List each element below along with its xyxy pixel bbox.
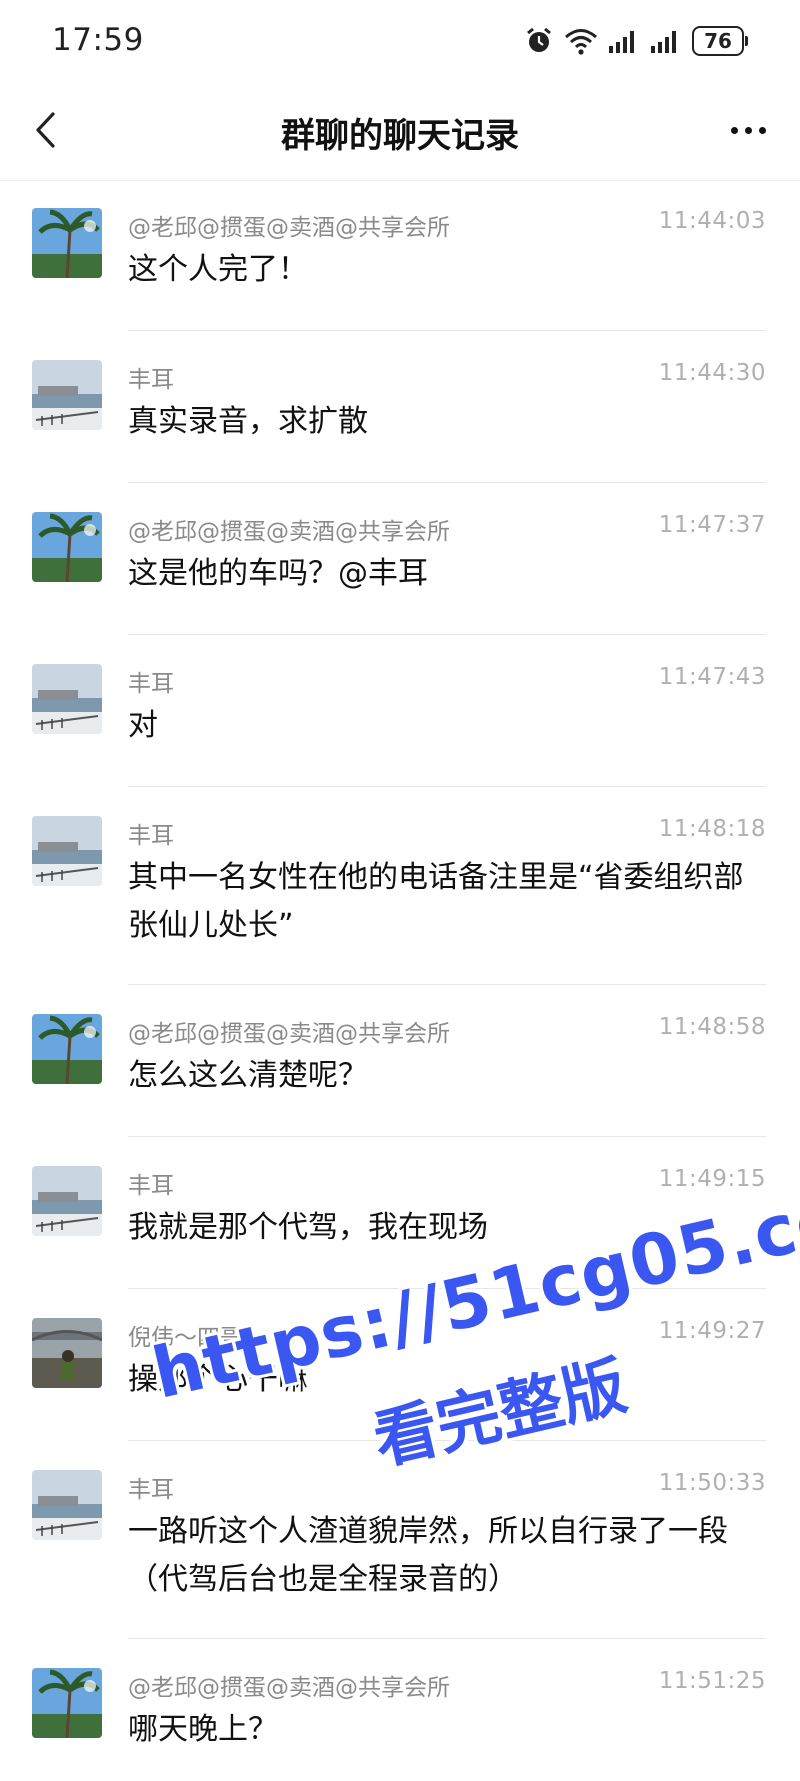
message-text: 操那个心干嘛 — [128, 1362, 308, 1397]
message-text: 其中一名女性在他的电话备注里是“省委组织部张仙儿处长” — [128, 860, 744, 943]
divider — [128, 482, 766, 483]
message-time: 11:48:58 — [658, 1014, 766, 1040]
sender-name: 丰耳 — [128, 671, 174, 697]
message-time: 11:50:33 — [658, 1470, 766, 1496]
palm-tree-avatar[interactable] — [32, 208, 102, 278]
message-text: 这是他的车吗？@丰耳 — [128, 556, 428, 591]
divider — [128, 1288, 766, 1289]
palm-tree-avatar[interactable] — [32, 1668, 102, 1738]
wifi-icon — [565, 29, 597, 55]
message-text: 真实录音，求扩散 — [128, 404, 368, 439]
sender-name: 丰耳 — [128, 823, 174, 849]
message-text: 一路听这个人渣道貌岸然，所以自行录了一段（代驾后台也是全程录音的） — [128, 1514, 728, 1597]
sender-name: @老邱@掼蛋@卖酒@共享会所 — [128, 215, 450, 241]
sender-name: 丰耳 — [128, 1173, 174, 1199]
alarm-icon — [527, 27, 551, 52]
bridge-avatar[interactable] — [32, 1318, 102, 1388]
sender-name: 丰耳 — [128, 1477, 174, 1503]
message-text: 这个人完了！ — [128, 252, 308, 287]
message-time: 11:48:18 — [658, 816, 766, 842]
divider — [128, 1440, 766, 1441]
more-dot-icon — [744, 126, 752, 134]
message-time: 11:49:27 — [658, 1318, 766, 1344]
nav-bar: 群聊的聊天记录 — [0, 80, 800, 181]
battery-indicator: 76 — [692, 26, 748, 56]
sender-name: @老邱@掼蛋@卖酒@共享会所 — [128, 1021, 450, 1047]
sender-name: @老邱@掼蛋@卖酒@共享会所 — [128, 1675, 450, 1701]
divider — [128, 1638, 766, 1639]
sender-name: @老邱@掼蛋@卖酒@共享会所 — [128, 519, 450, 545]
harbor-avatar[interactable] — [32, 360, 102, 430]
status-icons: 76 — [524, 24, 748, 58]
signal-icon-2 — [651, 31, 676, 53]
battery-level: 76 — [692, 26, 744, 56]
message-list[interactable]: @老邱@掼蛋@卖酒@共享会所 11:44:03 这个人完了！ 丰耳 11:44:… — [0, 180, 800, 1781]
message-time: 11:44:30 — [658, 360, 766, 386]
divider — [128, 1136, 766, 1137]
harbor-avatar[interactable] — [32, 1166, 102, 1236]
more-dot-icon — [730, 126, 738, 134]
divider — [128, 330, 766, 331]
message-text: 我就是那个代驾，我在现场 — [128, 1210, 488, 1245]
message-time: 11:51:25 — [658, 1668, 766, 1694]
signal-icon-1 — [609, 31, 634, 53]
sender-name: 倪伟～四哥 — [128, 1325, 243, 1351]
harbor-avatar[interactable] — [32, 816, 102, 886]
page-title: 群聊的聊天记录 — [281, 116, 519, 156]
status-time: 17:59 — [52, 22, 144, 58]
divider — [128, 634, 766, 635]
message-text: 对 — [128, 708, 158, 743]
sender-name: 丰耳 — [128, 367, 174, 393]
harbor-avatar[interactable] — [32, 1470, 102, 1540]
harbor-avatar[interactable] — [32, 664, 102, 734]
message-time: 11:47:37 — [658, 512, 766, 538]
message-time: 11:44:03 — [658, 208, 766, 234]
message-text: 怎么这么清楚呢？ — [128, 1058, 368, 1093]
more-dot-icon — [758, 126, 766, 134]
more-button[interactable] — [718, 106, 778, 154]
status-bar: 17:59 76 — [0, 0, 800, 80]
message-text: 哪天晚上？ — [128, 1712, 278, 1747]
palm-tree-avatar[interactable] — [32, 1014, 102, 1084]
divider — [128, 786, 766, 787]
message-time: 11:47:43 — [658, 664, 766, 690]
message-time: 11:49:15 — [658, 1166, 766, 1192]
divider — [128, 984, 766, 985]
palm-tree-avatar[interactable] — [32, 512, 102, 582]
